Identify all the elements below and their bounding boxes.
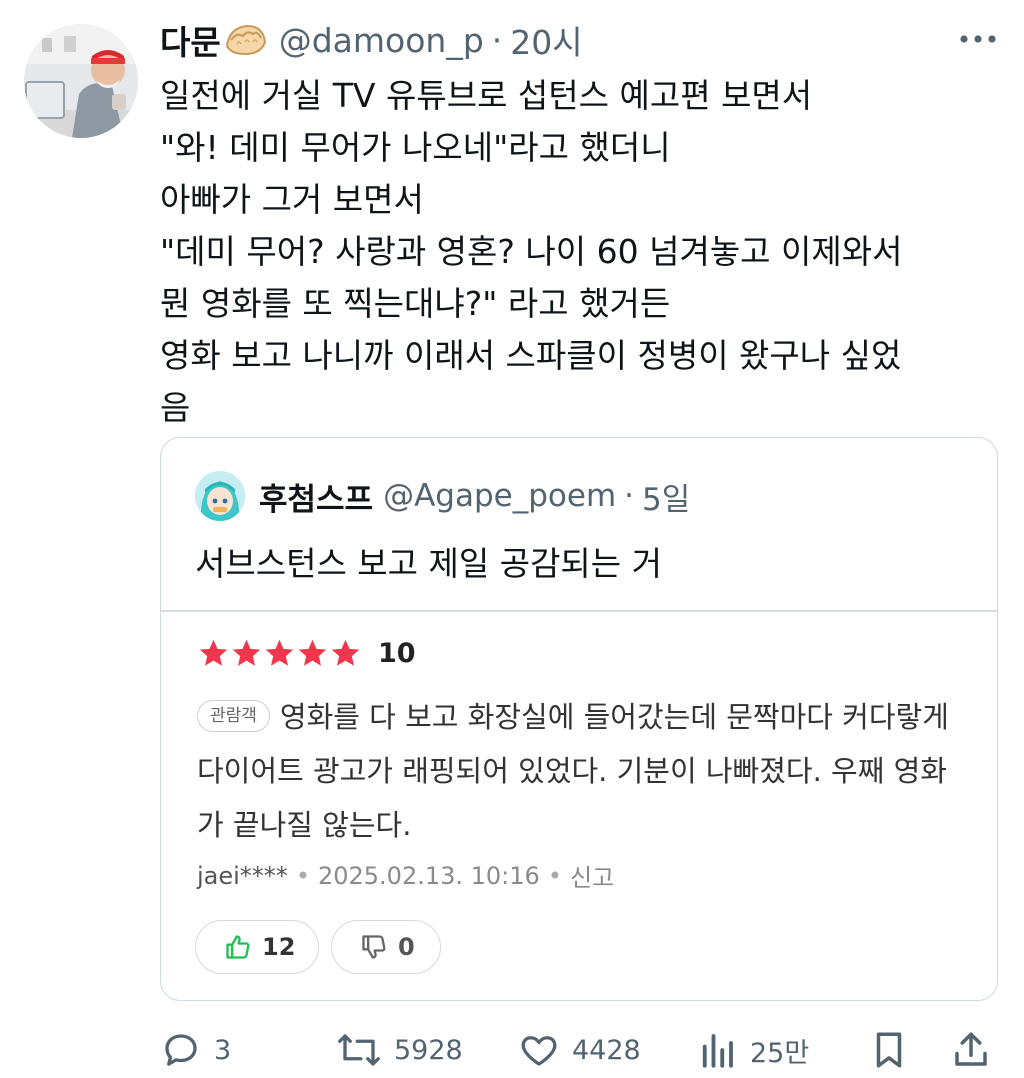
star-icon (265, 639, 294, 666)
tweet-text: 일전에 거실 TV 유튜브로 섭턴스 예고편 보면서 "와! 데미 무어가 나오… (160, 76, 903, 427)
report-link: 신고 (569, 864, 615, 892)
avatar-image (24, 24, 138, 138)
dumpling-emoji-icon (223, 20, 269, 60)
header-separator: · (491, 20, 503, 60)
share-button[interactable] (950, 1022, 1004, 1078)
thumbs-up-icon (226, 935, 250, 959)
tweet-header: 다문 @damoon_p · 20시 (160, 14, 583, 66)
reply-button[interactable]: 3 (160, 1022, 231, 1078)
anime-avatar-image (195, 471, 245, 521)
star-icon (298, 639, 327, 666)
quote-header: 후첨스프 @Agape_poem · 5일 (195, 471, 690, 521)
retweet-icon (338, 1034, 380, 1066)
author-avatar[interactable] (24, 24, 138, 138)
quote-text: 서브스턴스 보고 제일 공감되는 거 (195, 544, 662, 583)
star-icon (331, 639, 360, 666)
quote-header-separator: · (624, 478, 634, 514)
tweet-action-bar: 3 5928 4428 25만 (160, 1022, 1000, 1078)
author-name[interactable]: 다문 (160, 16, 221, 64)
meta-separator: • (547, 861, 562, 890)
share-upload-icon (955, 1032, 987, 1066)
star-icon (199, 639, 228, 666)
retweet-count: 5928 (394, 1034, 463, 1066)
review-datetime: 2025.02.13. 10:16 (317, 861, 540, 890)
quoted-tweet[interactable]: 후첨스프 @Agape_poem · 5일 서브스턴스 보고 제일 공감되는 거… (160, 437, 998, 1001)
views-button[interactable]: 25만 (696, 1022, 809, 1078)
bookmark-button[interactable] (868, 1022, 922, 1078)
like-button[interactable]: 4428 (518, 1022, 641, 1078)
review-body: 관람객 영화를 다 보고 화장실에 들어갔는데 문짝마다 커다랗게 다이어트 광고… (197, 690, 967, 852)
tweet-timestamp[interactable]: 20시 (510, 16, 582, 64)
quote-author-handle[interactable]: @Agape_poem (383, 478, 616, 514)
review-meta: jaei**** • 2025.02.13. 10:16 • 신고 (197, 858, 967, 893)
meta-separator: • (295, 861, 310, 890)
heart-icon (521, 1036, 557, 1066)
analytics-bars-icon (702, 1034, 733, 1068)
more-dots-icon (960, 35, 996, 43)
review-image: 10 관람객 영화를 다 보고 화장실에 들어갔는데 문짝마다 커다랗게 다이어트… (197, 628, 967, 893)
quote-author-avatar[interactable] (195, 471, 245, 521)
audience-badge: 관람객 (197, 700, 270, 732)
like-vote-count: 12 (262, 933, 296, 961)
dislike-vote-count: 0 (398, 933, 415, 961)
review-username: jaei**** (197, 861, 288, 890)
dislike-vote-button: 0 (331, 920, 441, 974)
view-count: 25만 (750, 1037, 810, 1069)
star-icon (232, 639, 261, 666)
bookmark-icon (876, 1032, 902, 1068)
retweet-button[interactable]: 5928 (336, 1022, 463, 1078)
author-handle[interactable]: @damoon_p (279, 21, 484, 60)
quote-author-name[interactable]: 후첨스프 (259, 474, 373, 519)
like-vote-button: 12 (195, 920, 319, 974)
more-options-button[interactable] (956, 24, 1000, 54)
star-rating: 10 (197, 628, 967, 678)
quote-timestamp[interactable]: 5일 (642, 474, 690, 519)
review-votes: 12 0 (195, 920, 453, 974)
quote-divider (161, 610, 997, 612)
reply-bubble-icon (165, 1034, 197, 1066)
thumbs-down-icon (362, 935, 386, 959)
like-count: 4428 (572, 1034, 641, 1066)
review-text: 영화를 다 보고 화장실에 들어갔는데 문짝마다 커다랗게 다이어트 광고가 래… (197, 700, 949, 842)
reply-count: 3 (214, 1034, 232, 1066)
rating-score: 10 (378, 637, 416, 669)
